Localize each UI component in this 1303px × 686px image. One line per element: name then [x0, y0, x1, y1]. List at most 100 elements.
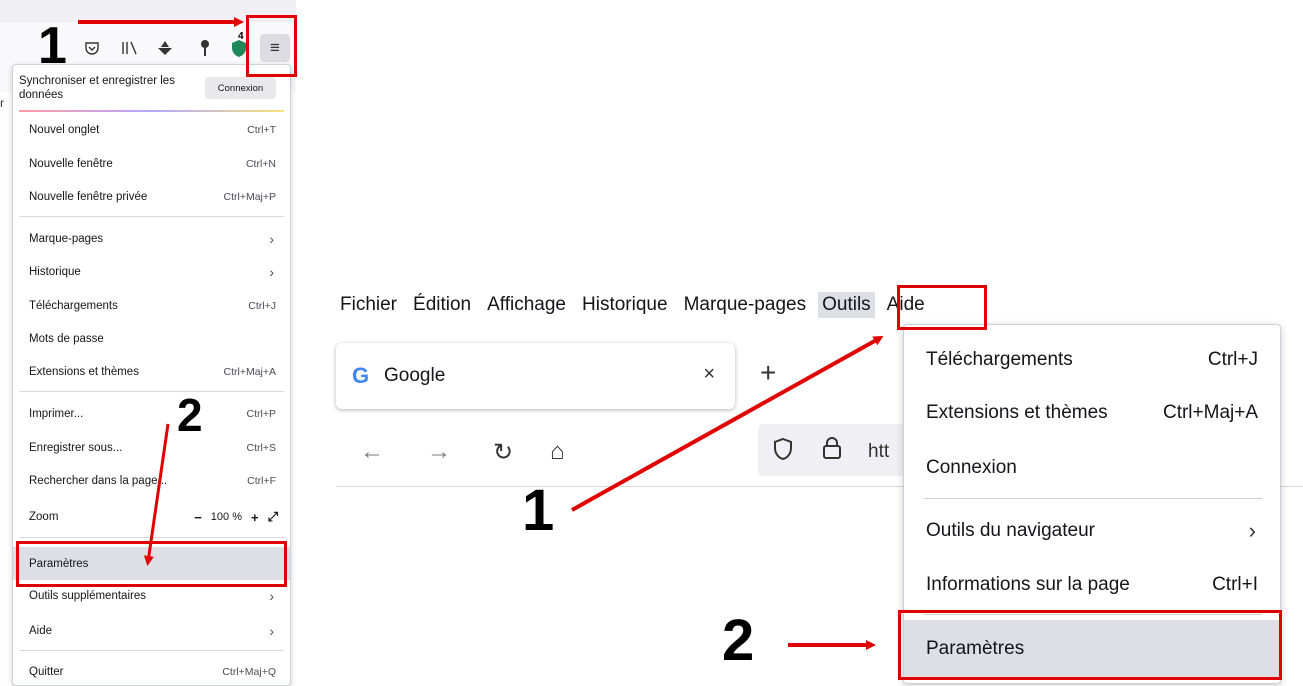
tools-item-extensions[interactable]: Extensions et thèmes Ctrl+Maj+A [904, 386, 1280, 440]
google-favicon-icon: G [352, 363, 370, 388]
menu-shortcut: Ctrl+F [247, 475, 276, 487]
menu-item-history[interactable]: Historique › [13, 257, 290, 287]
menu-label: Informations sur la page [926, 574, 1130, 595]
reload-icon[interactable]: ↻ [493, 438, 513, 467]
menu-shortcut: Ctrl+J [248, 300, 276, 312]
step-2-label-right: 2 [722, 608, 755, 673]
pocket-icon[interactable] [80, 36, 104, 60]
menu-label: Zoom [29, 511, 59, 523]
zoom-reset-button[interactable]: 100 % [211, 511, 242, 523]
menubar-history[interactable]: Historique [582, 294, 668, 316]
sync-description: Synchroniser et enregistrer les données [19, 75, 175, 101]
menu-separator [19, 650, 284, 651]
menu-label: Enregistrer sous... [29, 442, 123, 454]
menubar-bookmarks[interactable]: Marque-pages [684, 294, 807, 316]
chevron-right-icon: › [269, 623, 274, 639]
menu-label: Nouvelle fenêtre privée [29, 191, 148, 203]
step-2-label-left: 2 [177, 389, 203, 441]
menu-label: Imprimer... [29, 408, 84, 420]
library-icon[interactable] [118, 36, 142, 60]
menu-label: Mots de passe [29, 333, 104, 345]
tools-item-browser-tools[interactable]: Outils du navigateur › [904, 504, 1280, 558]
chevron-right-icon: › [1248, 518, 1256, 543]
menu-shortcut: Ctrl+S [246, 442, 276, 454]
menu-item-print[interactable]: Imprimer... Ctrl+P [13, 399, 290, 429]
menu-label: Connexion [926, 457, 1017, 478]
sync-divider [19, 110, 284, 112]
tab-title: Google [384, 365, 446, 386]
zoom-in-button[interactable]: + [251, 510, 259, 525]
signin-button[interactable]: Connexion [205, 77, 276, 99]
menu-item-quit[interactable]: Quitter Ctrl+Maj+Q [13, 660, 290, 684]
menu-separator [19, 216, 284, 217]
menu-label: Marque-pages [29, 233, 104, 245]
zoom-controls: − 100 % + ⤢ [194, 509, 278, 525]
menu-label: Nouvelle fenêtre [29, 158, 113, 170]
url-text: htt [868, 441, 890, 462]
menu-item-passwords[interactable]: Mots de passe [13, 324, 290, 354]
step-1-label-left: 1 [38, 17, 67, 75]
menu-shortcut: Ctrl+J [1207, 349, 1258, 370]
menubar-file[interactable]: Fichier [340, 294, 397, 316]
tools-item-page-info[interactable]: Informations sur la page Ctrl+I [904, 558, 1280, 612]
menu-item-downloads[interactable]: Téléchargements Ctrl+J [13, 291, 290, 321]
highlight-box-tools-menu [897, 285, 987, 330]
new-tab-button[interactable]: + [760, 357, 776, 389]
extension-icon[interactable] [153, 36, 177, 60]
chevron-right-icon: › [269, 588, 274, 604]
menu-item-save-as[interactable]: Enregistrer sous... Ctrl+S [13, 433, 290, 463]
menu-bar: Fichier Édition Affichage Historique Mar… [340, 284, 941, 326]
tracking-protection-shield-icon[interactable] [772, 437, 794, 467]
menu-shortcut: Ctrl+Maj+A [223, 366, 276, 378]
forward-arrow-icon[interactable]: → [427, 438, 451, 466]
menubar-view[interactable]: Affichage [487, 294, 566, 316]
menubar-tools[interactable]: Outils [818, 292, 875, 318]
lock-icon[interactable] [822, 436, 842, 466]
menu-label: Outils supplémentaires [29, 590, 146, 602]
page-edge-letter: r [0, 96, 4, 110]
menu-label: Outils du navigateur [926, 520, 1095, 541]
menu-separator [19, 391, 284, 392]
menu-item-new-window[interactable]: Nouvelle fenêtre Ctrl+N [13, 149, 290, 179]
key-icon[interactable] [193, 36, 217, 60]
menu-label: Téléchargements [926, 349, 1073, 370]
menu-item-extensions[interactable]: Extensions et thèmes Ctrl+Maj+A [13, 357, 290, 387]
menu-separator [19, 537, 284, 538]
menu-item-find-in-page[interactable]: Rechercher dans la page... Ctrl+F [13, 466, 290, 496]
menu-shortcut: Ctrl+Maj+A [1162, 402, 1258, 423]
menu-item-new-tab[interactable]: Nouvel onglet Ctrl+T [13, 115, 290, 145]
chevron-right-icon: › [269, 264, 274, 280]
zoom-out-button[interactable]: − [194, 510, 202, 525]
menu-label: Rechercher dans la page... [29, 475, 168, 487]
menu-shortcut: Ctrl+P [246, 408, 276, 420]
menu-label: Extensions et thèmes [29, 366, 139, 378]
highlight-box-settings-right [898, 610, 1282, 680]
menu-item-private-window[interactable]: Nouvelle fenêtre privée Ctrl+Maj+P [13, 182, 290, 212]
menu-item-help[interactable]: Aide › [13, 616, 290, 646]
highlight-box-settings-left [16, 541, 287, 587]
menu-label: Quitter [29, 666, 64, 678]
app-menu-panel: Synchroniser et enregistrer les données … [12, 64, 291, 686]
menu-item-zoom: Zoom − 100 % + ⤢ [13, 502, 290, 532]
menu-label: Historique [29, 266, 81, 278]
tools-item-signin[interactable]: Connexion [904, 441, 1280, 495]
menu-label: Extensions et thèmes [926, 402, 1108, 423]
menu-shortcut: Ctrl+I [1212, 574, 1258, 595]
menu-separator [924, 498, 1262, 499]
extension-badge: 4 [238, 31, 244, 42]
menu-label: Nouvel onglet [29, 124, 100, 136]
menu-item-bookmarks[interactable]: Marque-pages › [13, 224, 290, 254]
menu-label: Téléchargements [29, 300, 118, 312]
back-arrow-icon[interactable]: ← [360, 438, 384, 466]
home-icon[interactable]: ⌂ [550, 438, 565, 466]
menu-shortcut: Ctrl+Maj+Q [222, 666, 276, 678]
menu-shortcut: Ctrl+N [245, 158, 276, 170]
menubar-edit[interactable]: Édition [413, 294, 471, 316]
menu-shortcut: Ctrl+T [247, 124, 276, 136]
menu-shortcut: Ctrl+Maj+P [223, 191, 276, 203]
menu-label: Aide [29, 625, 53, 637]
tools-item-downloads[interactable]: Téléchargements Ctrl+J [904, 333, 1280, 387]
fullscreen-icon[interactable]: ⤢ [268, 509, 278, 525]
close-tab-icon[interactable]: × [703, 363, 715, 386]
browser-tab[interactable]: G Google × [336, 343, 735, 409]
